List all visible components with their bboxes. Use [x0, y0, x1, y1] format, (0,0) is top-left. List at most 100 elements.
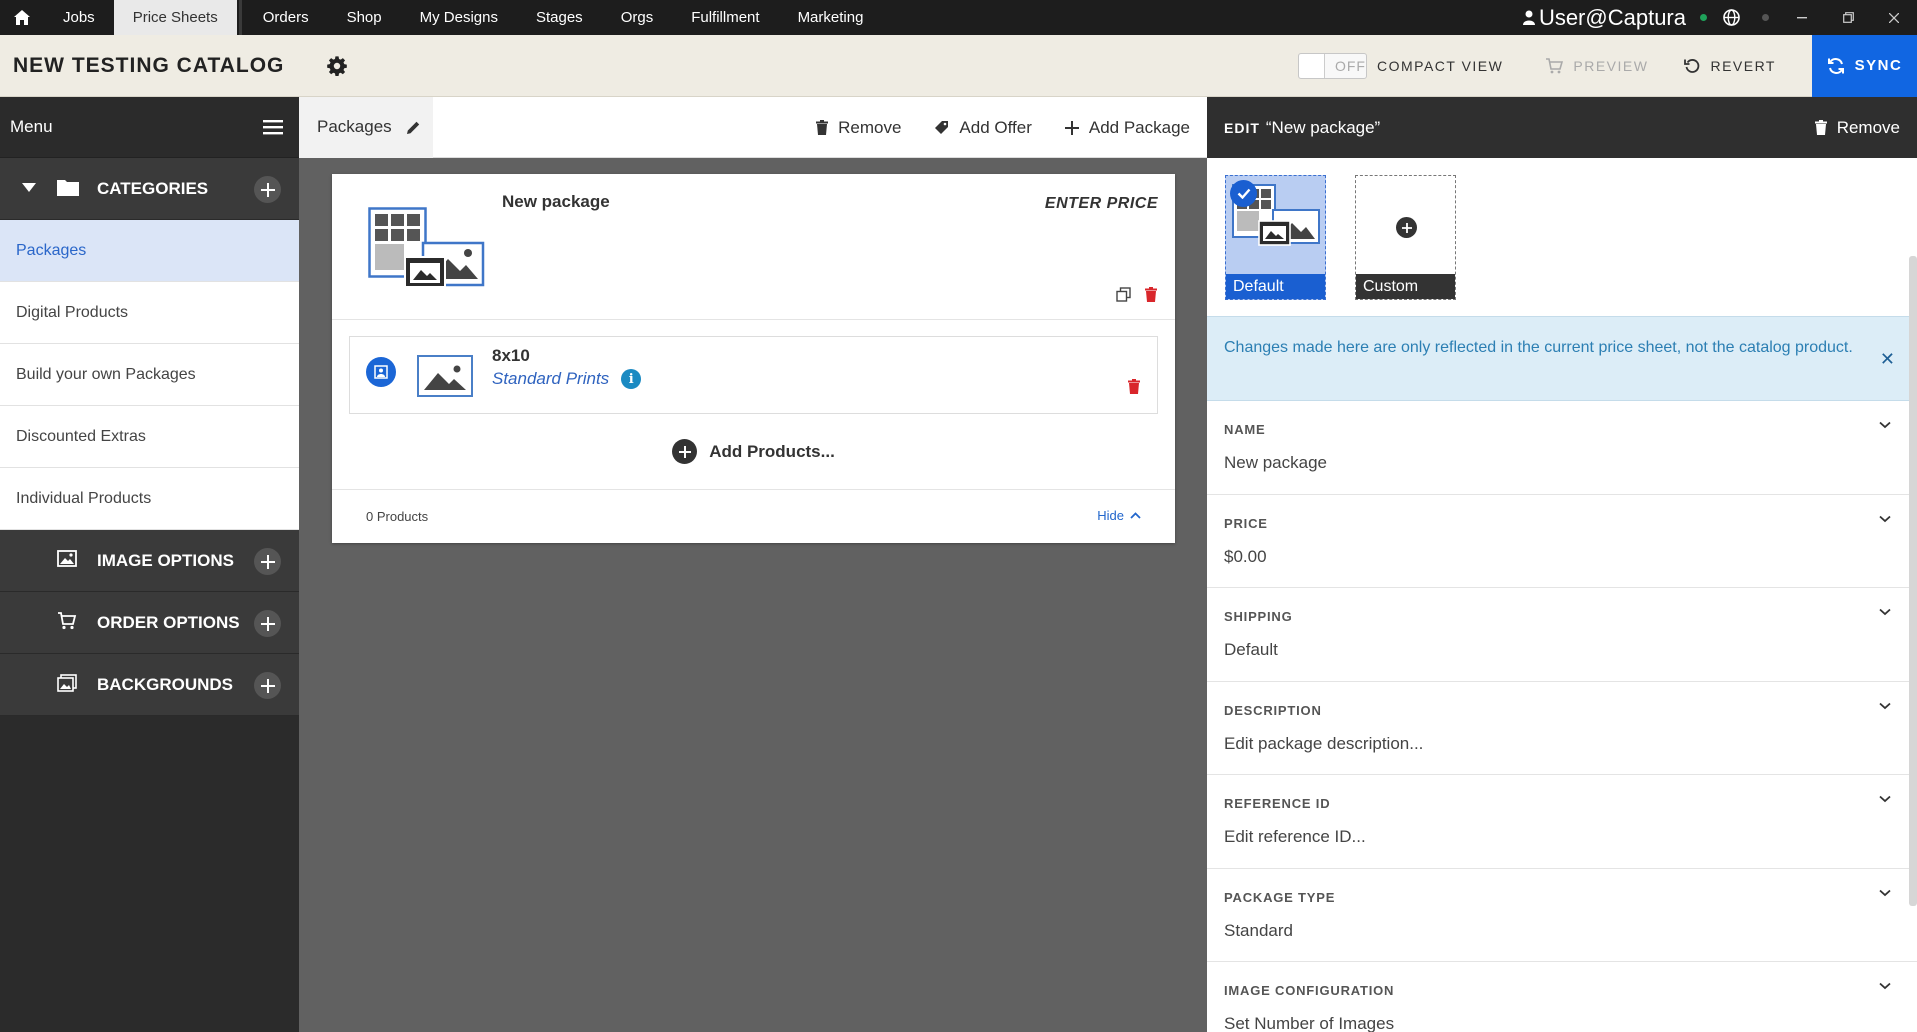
add-package-button[interactable]: Add Package — [1064, 118, 1190, 138]
package-type-field[interactable]: PACKAGE TYPE Standard — [1207, 869, 1917, 962]
chevron-down-icon[interactable] — [1879, 889, 1891, 897]
name-field[interactable]: NAME New package — [1207, 401, 1917, 495]
product-type-label[interactable]: Standard Prints — [492, 369, 609, 389]
chevron-down-icon[interactable] — [1879, 702, 1891, 710]
package-product-row[interactable]: 8x10 Standard Prints i — [349, 336, 1158, 414]
field-value[interactable]: Default — [1224, 640, 1278, 660]
remove-button[interactable]: Remove — [1814, 118, 1900, 138]
field-value[interactable]: Edit reference ID... — [1224, 827, 1366, 847]
tab-my-designs[interactable]: My Designs — [401, 0, 517, 35]
tab-packages[interactable]: Packages — [299, 96, 433, 158]
product-thumbnail — [417, 355, 473, 397]
portrait-icon — [374, 365, 388, 379]
shipping-field[interactable]: SHIPPING Default — [1207, 588, 1917, 682]
gear-icon[interactable] — [326, 55, 348, 77]
edit-label: EDIT — [1224, 119, 1260, 136]
remove-label: Remove — [838, 117, 902, 137]
add-order-option-button[interactable] — [254, 610, 281, 637]
field-value[interactable]: Set Number of Images — [1224, 1014, 1394, 1032]
plus-icon — [260, 616, 275, 631]
chevron-up-icon — [1130, 512, 1141, 519]
scrollbar[interactable] — [1909, 256, 1917, 906]
image-options-section[interactable]: IMAGE OPTIONS — [0, 530, 299, 592]
page-title: NEW TESTING CATALOG — [13, 53, 285, 77]
close-window-button[interactable] — [1871, 0, 1917, 35]
restore-button[interactable] — [1825, 0, 1871, 35]
revert-button[interactable]: REVERT — [1684, 58, 1776, 74]
dismiss-notice-icon[interactable]: ✕ — [1880, 347, 1895, 372]
sidebar-item-discounted-extras[interactable]: Discounted Extras — [0, 406, 299, 468]
tag-icon — [935, 121, 949, 134]
tab-shop[interactable]: Shop — [328, 0, 401, 35]
package-name[interactable]: New package — [502, 192, 610, 212]
description-field[interactable]: DESCRIPTION Edit package description... — [1207, 682, 1917, 775]
remove-package-button[interactable]: Remove — [816, 118, 901, 138]
tab-orders[interactable]: Orders — [244, 0, 328, 35]
hide-button[interactable]: Hide — [1097, 508, 1141, 523]
revert-label: REVERT — [1710, 57, 1776, 74]
cart-icon — [58, 612, 77, 630]
add-background-button[interactable] — [254, 672, 281, 699]
status-dot-green — [1700, 14, 1707, 21]
tab-marketing[interactable]: Marketing — [779, 0, 883, 35]
add-products-button[interactable]: Add Products... — [332, 439, 1175, 464]
pencil-icon[interactable] — [406, 120, 421, 135]
chevron-down-icon[interactable] — [1879, 795, 1891, 803]
default-image-option[interactable]: Default — [1225, 175, 1326, 300]
order-options-section[interactable]: ORDER OPTIONS — [0, 592, 299, 654]
sync-button[interactable]: SYNC — [1812, 34, 1917, 97]
add-products-label: Add Products... — [709, 441, 835, 461]
field-value[interactable]: Standard — [1224, 921, 1293, 941]
info-notice: Changes made here are only reflected in … — [1207, 316, 1917, 401]
chevron-down-icon[interactable] — [1879, 421, 1891, 429]
chevron-down-icon[interactable] — [1879, 515, 1891, 523]
hamburger-icon[interactable] — [263, 119, 283, 135]
add-category-button[interactable] — [254, 176, 281, 203]
sync-label: SYNC — [1854, 57, 1903, 74]
package-card[interactable]: New package ENTER PRICE 8x10 Standard Pr… — [332, 174, 1175, 543]
enter-price-button[interactable]: ENTER PRICE — [1045, 195, 1158, 213]
custom-image-option[interactable]: Custom — [1355, 175, 1456, 300]
chevron-down-icon[interactable] — [1879, 982, 1891, 990]
sidebar-item-individual-products[interactable]: Individual Products — [0, 468, 299, 530]
delete-product-icon[interactable] — [1128, 379, 1140, 394]
compact-view-toggle[interactable]: OFF — [1297, 52, 1367, 79]
delete-icon[interactable] — [1145, 287, 1157, 302]
globe-icon[interactable] — [1723, 9, 1740, 26]
sidebar-item-packages[interactable]: Packages — [0, 220, 299, 282]
backgrounds-section[interactable]: BACKGROUNDS — [0, 654, 299, 716]
field-value[interactable]: Edit package description... — [1224, 734, 1423, 754]
user-menu[interactable]: User@Captura — [1522, 5, 1686, 31]
restore-icon — [1842, 12, 1854, 23]
image-configuration-field[interactable]: IMAGE CONFIGURATION Set Number of Images — [1207, 962, 1917, 1032]
copy-icon[interactable] — [1116, 287, 1131, 302]
info-icon[interactable]: i — [621, 369, 642, 389]
reference-id-field[interactable]: REFERENCE ID Edit reference ID... — [1207, 775, 1917, 869]
caret-down-icon[interactable] — [22, 183, 36, 192]
minimize-button[interactable] — [1779, 0, 1825, 35]
tab-jobs[interactable]: Jobs — [44, 0, 114, 35]
field-value[interactable]: $0.00 — [1224, 547, 1267, 567]
menu-label: Menu — [10, 117, 53, 136]
landscape-image-icon — [424, 365, 466, 390]
categories-section[interactable]: CATEGORIES — [0, 158, 299, 220]
tab-stages[interactable]: Stages — [517, 0, 602, 35]
package-image-icon — [368, 207, 485, 288]
image-assignment-badge[interactable] — [366, 357, 396, 387]
sidebar-item-digital-products[interactable]: Digital Products — [0, 282, 299, 344]
price-field[interactable]: PRICE $0.00 — [1207, 495, 1917, 588]
preview-label: PREVIEW — [1573, 57, 1649, 74]
tab-fulfillment[interactable]: Fulfillment — [672, 0, 778, 35]
notice-text: Changes made here are only reflected in … — [1224, 339, 1853, 356]
tab-orgs[interactable]: Orgs — [602, 0, 673, 35]
sync-icon — [1827, 57, 1844, 74]
add-offer-button[interactable]: Add Offer — [934, 118, 1032, 138]
tab-price-sheets[interactable]: Price Sheets — [113, 0, 237, 35]
home-button[interactable] — [0, 0, 44, 35]
field-value[interactable]: New package — [1224, 453, 1327, 473]
chevron-down-icon[interactable] — [1879, 608, 1891, 616]
sidebar-item-build-your-own-packages[interactable]: Build your own Packages — [0, 344, 299, 406]
add-image-option-button[interactable] — [254, 548, 281, 575]
edit-panel-header: EDIT “New package” Remove — [1207, 97, 1917, 158]
preview-button[interactable]: PREVIEW — [1545, 58, 1648, 74]
